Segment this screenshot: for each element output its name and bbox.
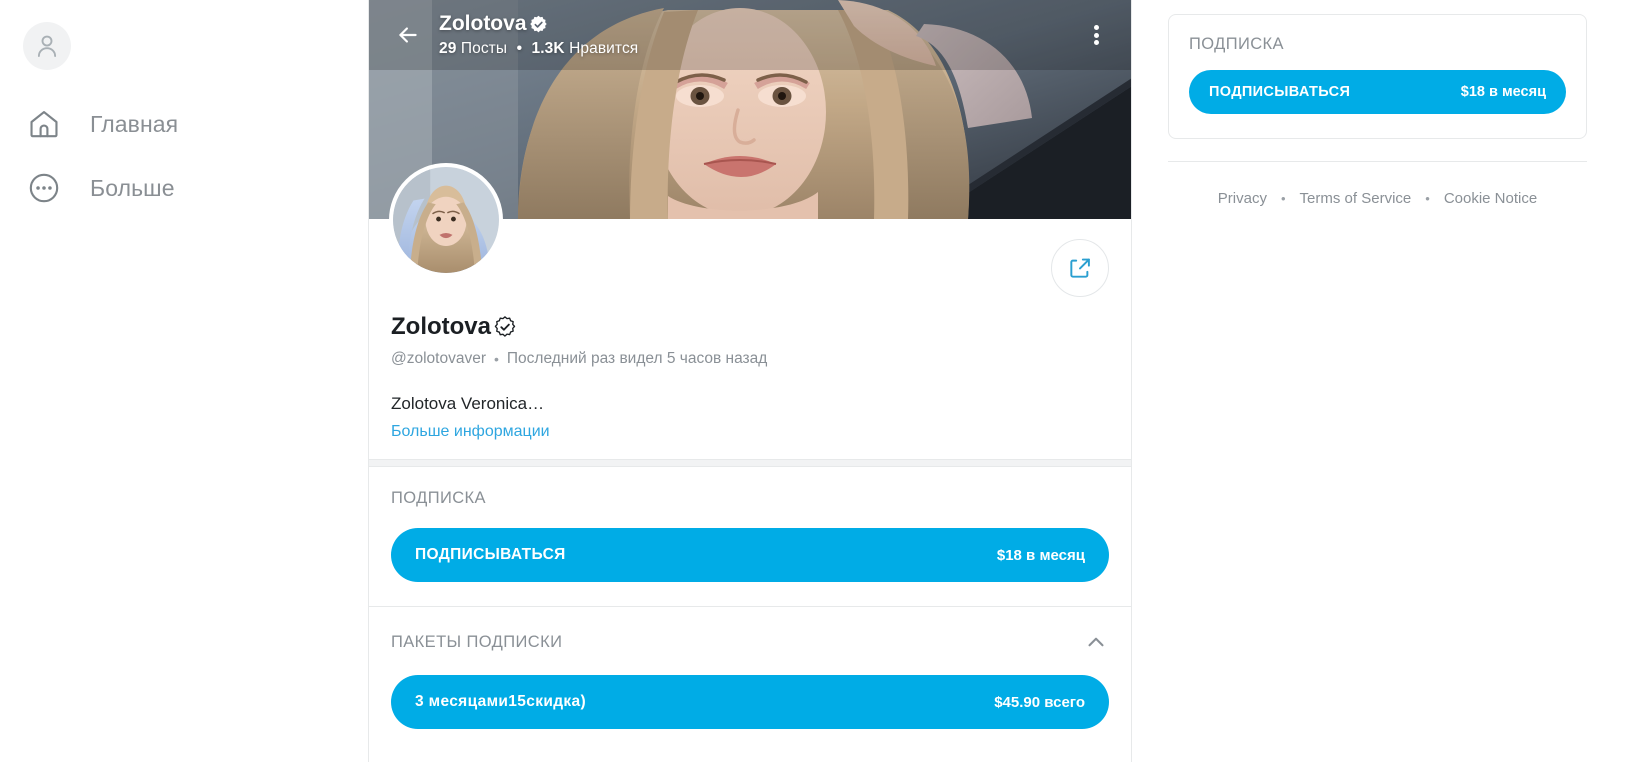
bundles-section-head[interactable]: ПАКЕТЫ ПОДПИСКИ [391,629,1109,655]
home-icon [24,104,64,144]
profile-avatar[interactable] [389,163,503,277]
subscription-title: ПОДПИСКА [391,489,486,507]
subscribe-button-sidebar-price: $18 в месяц [1460,84,1546,100]
cover-display-name: Zolotova [439,12,527,36]
cookie-notice-link[interactable]: Cookie Notice [1444,190,1537,207]
more-info-link[interactable]: Больше информации [391,423,1109,441]
profile-avatar-image [393,167,499,273]
share-icon [1070,258,1090,278]
left-sidebar: Главная Больше [0,0,368,762]
person-icon [37,35,57,57]
section-divider-thick [369,459,1131,467]
right-sidebar: ПОДПИСКА ПОДПИСЫВАТЬСЯ $18 в месяц Priva… [1132,0,1627,762]
more-options-button[interactable] [1075,14,1117,56]
share-button[interactable] [1051,239,1109,297]
arrow-left-icon [399,27,417,43]
bundles-title: ПАКЕТЫ ПОДПИСКИ [391,632,563,651]
subscribe-button-sidebar[interactable]: ПОДПИСЫВАТЬСЯ $18 в месяц [1189,70,1566,114]
cover-display-name-row: Zolotova [439,12,1075,37]
privacy-link[interactable]: Privacy [1218,190,1267,207]
bundles-section: ПАКЕТЫ ПОДПИСКИ 3 месяцами15скидка) $45.… [369,607,1131,753]
sidebar-item-home-label: Главная [90,110,179,137]
more-vertical-icon [1093,23,1099,48]
user-avatar-placeholder[interactable] [23,22,71,70]
sidebar-item-more[interactable]: Больше [22,156,368,220]
profile-column: Zolotova 29 Посты • 1.3K Нравится Zoloto… [368,0,1132,762]
subscription-card: ПОДПИСКА ПОДПИСЫВАТЬСЯ $18 в месяц [1168,14,1587,139]
profile-meta-line: @zolotovaver • Последний раз видел 5 час… [391,350,1109,368]
verified-badge-icon [529,15,547,33]
subscription-section: ПОДПИСКА ПОДПИСЫВАТЬСЯ $18 в месяц [369,467,1131,606]
cover-posts-label: Посты [460,39,508,57]
bundle-option-label: 3 месяцами15скидка) [415,693,586,710]
subscription-section-head: ПОДПИСКА [391,489,1109,508]
terms-link[interactable]: Terms of Service [1300,190,1412,207]
profile-bio: Zolotova Veronica… [391,394,545,413]
profile-header: Zolotova @zolotovaver • Последний раз ви… [369,163,1131,459]
footer-links: Privacy • Terms of Service • Cookie Noti… [1168,162,1587,207]
bundle-option[interactable]: 3 месяцами15скидка) $45.90 всего [391,675,1109,729]
app-root: Главная Больше Zolotova 29 Посты • 1.3K … [0,0,1627,762]
subscribe-button-price: $18 в месяц [996,546,1085,564]
meta-separator: • [494,351,499,367]
subscribe-button-sidebar-label: ПОДПИСЫВАТЬСЯ [1209,84,1351,100]
subscribe-button-label: ПОДПИСЫВАТЬСЯ [415,546,566,563]
profile-display-name: Zolotova [391,313,491,340]
cover-stats-separator: • [516,39,523,57]
bundle-option-price: $45.90 всего [994,693,1085,711]
chevron-up-icon[interactable] [1083,629,1109,655]
profile-display-name-row: Zolotova [391,313,1109,341]
ellipsis-circle-icon [24,168,64,208]
cover-stats: 29 Посты • 1.3K Нравится [439,40,1075,58]
sidebar-item-more-label: Больше [90,174,175,201]
back-button[interactable] [387,14,429,56]
sidebar-item-home[interactable]: Главная [22,92,368,156]
cover-likes-count: 1.3K [531,39,565,57]
cover-toolbar: Zolotova 29 Посты • 1.3K Нравится [369,0,1131,70]
cover-posts-count: 29 [439,39,457,57]
verified-badge-icon [494,316,516,337]
cover-likes-label: Нравится [569,39,639,57]
footer-separator-2: • [1425,191,1430,206]
subscription-card-title: ПОДПИСКА [1189,35,1284,53]
footer-separator-1: • [1280,191,1286,206]
profile-last-seen: Последний раз видел 5 часов назад [506,350,768,367]
subscribe-button[interactable]: ПОДПИСЫВАТЬСЯ $18 в месяц [391,528,1109,582]
cover-title-block: Zolotova 29 Посты • 1.3K Нравится [439,12,1075,58]
profile-handle[interactable]: @zolotovaver [391,350,486,368]
